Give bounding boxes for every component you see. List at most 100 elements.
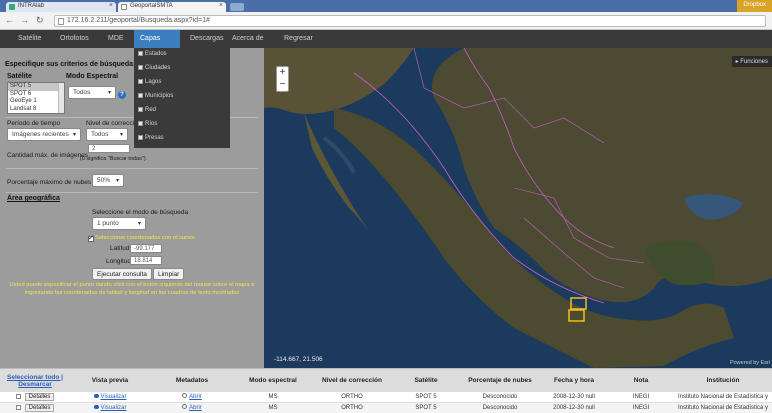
clear-button[interactable]: Limpiar bbox=[153, 268, 185, 280]
latitude-label: Latitud bbox=[110, 245, 130, 252]
row-select-cell: Detalles bbox=[0, 403, 70, 413]
help-icon[interactable]: ? bbox=[118, 91, 126, 99]
url-input[interactable]: 172.16.2.211/geoportal/Busqueda.aspx?id=… bbox=[54, 15, 766, 27]
col-nota: Nota bbox=[633, 377, 649, 384]
map-view[interactable]: + − ▸ Funciones -114.667, 21.506 Powered… bbox=[264, 48, 772, 368]
clouds-select[interactable]: 50% ▾ bbox=[92, 174, 124, 187]
divider bbox=[6, 168, 258, 169]
close-tab-icon[interactable]: × bbox=[109, 2, 113, 9]
chevron-down-icon: ▾ bbox=[107, 90, 111, 96]
zoom-out-button[interactable]: − bbox=[277, 79, 288, 91]
close-tab-icon[interactable]: × bbox=[219, 2, 223, 9]
address-bar: ← → ↻ 172.16.2.211/geoportal/Busqueda.as… bbox=[0, 12, 772, 30]
row-checkbox[interactable] bbox=[15, 404, 21, 410]
satellite-option[interactable]: GeoEye 1 bbox=[8, 98, 64, 106]
layer-item-rios[interactable]: Ríos bbox=[138, 118, 157, 130]
reload-icon[interactable]: ↻ bbox=[36, 15, 44, 26]
search-mode-select[interactable]: 1 punto ▾ bbox=[92, 217, 146, 230]
menu-satelite[interactable]: Satélite bbox=[12, 30, 47, 48]
layer-checkbox[interactable] bbox=[138, 93, 143, 98]
spectral-mode-value: Todos bbox=[73, 89, 91, 96]
preview-link[interactable]: Visualizar bbox=[101, 394, 127, 400]
cursor-coords-label: Seleccionar coordenadas con el cursor bbox=[95, 235, 196, 241]
tab-label: GeoportalSMTA bbox=[130, 3, 173, 9]
search-mode-value: 1 punto bbox=[97, 220, 119, 227]
max-images-input[interactable]: 2 bbox=[88, 144, 130, 153]
layer-item-estados[interactable]: Estados bbox=[138, 48, 167, 60]
col-institucion: Institución bbox=[706, 377, 740, 384]
divider bbox=[6, 192, 258, 193]
chevron-down-icon: ▾ bbox=[115, 178, 119, 184]
layer-item-lagos[interactable]: Lagos bbox=[138, 76, 161, 88]
preview-cell: Visualizar bbox=[70, 403, 150, 413]
app-menu-bar: Satélite Ortofotos MDE Capas Descargas A… bbox=[0, 30, 772, 48]
layer-checkbox[interactable] bbox=[138, 65, 143, 70]
back-arrow-icon[interactable]: ← bbox=[5, 15, 14, 25]
menu-regresar[interactable]: Regresar bbox=[278, 30, 319, 48]
eye-icon bbox=[93, 394, 99, 398]
coords-readout: -114.667, 21.506 bbox=[274, 356, 323, 363]
satellite-map-image[interactable] bbox=[264, 48, 772, 368]
new-tab-button[interactable] bbox=[230, 3, 244, 11]
longitude-label: Longitud bbox=[106, 258, 131, 265]
table-row[interactable]: Detalles Visualizar Abrir MS ORTHO SPOT … bbox=[0, 402, 772, 413]
chevron-down-icon: ▾ bbox=[119, 132, 123, 138]
select-all-link[interactable]: Seleccionar todo | bbox=[7, 374, 63, 381]
layer-checkbox[interactable] bbox=[138, 79, 143, 84]
preview-link[interactable]: Visualizar bbox=[101, 405, 127, 411]
details-button[interactable]: Detalles bbox=[24, 404, 55, 412]
note-cell: INEGI bbox=[632, 405, 650, 411]
layer-checkbox[interactable] bbox=[138, 51, 143, 56]
spectral-mode-cell: MS bbox=[268, 405, 278, 411]
forward-arrow-icon[interactable]: → bbox=[20, 15, 29, 25]
row-checkbox[interactable] bbox=[15, 393, 21, 399]
layer-item-municipios[interactable]: Municipios bbox=[138, 90, 173, 102]
satellite-listbox[interactable]: SPOT 5 SPOT 6 GeoEye 1 Landsat 8 bbox=[7, 82, 65, 114]
latitude-input[interactable]: -99.177 bbox=[130, 244, 162, 253]
satellite-cell: SPOT 5 bbox=[415, 405, 437, 411]
browser-tab-intralab[interactable]: INTRAlab × bbox=[6, 2, 116, 12]
browser-tab-geoportal[interactable]: GeoportalSMTA × bbox=[118, 2, 226, 12]
layer-checkbox[interactable] bbox=[138, 135, 143, 140]
layer-checkbox[interactable] bbox=[138, 121, 143, 126]
menu-descargas[interactable]: Descargas bbox=[184, 30, 229, 48]
layer-item-presas[interactable]: Presas bbox=[138, 132, 164, 144]
results-table: Seleccionar todo | Desmarcar Vista previ… bbox=[0, 368, 772, 413]
institution-cell: Instituto Nacional de Estadística y bbox=[677, 405, 769, 411]
help-text-line-1: Usted puede especificar el punto dando c… bbox=[9, 282, 255, 288]
longitude-input[interactable]: 18.814 bbox=[130, 256, 162, 265]
chevron-down-icon: ▾ bbox=[72, 132, 76, 138]
user-badge[interactable]: Dropbox bbox=[737, 0, 772, 12]
map-credit: Powered by Esri bbox=[729, 360, 770, 366]
functions-button[interactable]: ▸ Funciones bbox=[731, 56, 772, 67]
search-icon bbox=[182, 393, 188, 398]
metadata-link[interactable]: Abrir bbox=[189, 394, 202, 400]
cursor-coords-checkbox[interactable] bbox=[88, 234, 94, 242]
satellite-option[interactable]: SPOT 5 bbox=[8, 83, 64, 91]
tab-favicon-icon bbox=[121, 4, 127, 10]
satellite-option[interactable]: SPOT 6 bbox=[8, 91, 64, 99]
spectral-mode-select[interactable]: Todos ▾ bbox=[68, 86, 116, 99]
menu-mde[interactable]: MDE bbox=[102, 30, 130, 48]
layer-checkbox[interactable] bbox=[138, 107, 143, 112]
menu-acerca-de[interactable]: Acerca de bbox=[226, 30, 270, 48]
select-all-header[interactable]: Seleccionar todo | Desmarcar bbox=[0, 369, 70, 392]
run-query-button[interactable]: Ejecutar consulta bbox=[92, 268, 152, 280]
deselect-link[interactable]: Desmarcar bbox=[18, 381, 52, 388]
satellite-label: Satélite bbox=[7, 73, 32, 80]
time-period-select[interactable]: Imágenes recientes ▾ bbox=[7, 128, 81, 141]
menu-capas[interactable]: Capas bbox=[134, 30, 180, 48]
date-cell: 2008-12-30 null bbox=[553, 405, 595, 411]
correction-select[interactable]: Todos ▾ bbox=[86, 128, 128, 141]
listbox-scrollbar[interactable] bbox=[58, 83, 64, 113]
details-button[interactable]: Detalles bbox=[24, 393, 55, 401]
zoom-in-button[interactable]: + bbox=[277, 67, 288, 79]
metadata-link[interactable]: Abrir bbox=[189, 405, 202, 411]
clouds-label: Porcentaje máximo de nubes bbox=[7, 179, 92, 186]
menu-ortofotos[interactable]: Ortofotos bbox=[54, 30, 95, 48]
col-nivel-correccion: Nivel de corrección bbox=[322, 377, 382, 384]
satellite-option[interactable]: Landsat 8 bbox=[8, 106, 64, 114]
layer-item-ciudades[interactable]: Ciudades bbox=[138, 62, 170, 74]
layer-item-red[interactable]: Red bbox=[138, 104, 156, 116]
table-row[interactable]: Detalles Visualizar Abrir MS ORTHO SPOT … bbox=[0, 391, 772, 402]
